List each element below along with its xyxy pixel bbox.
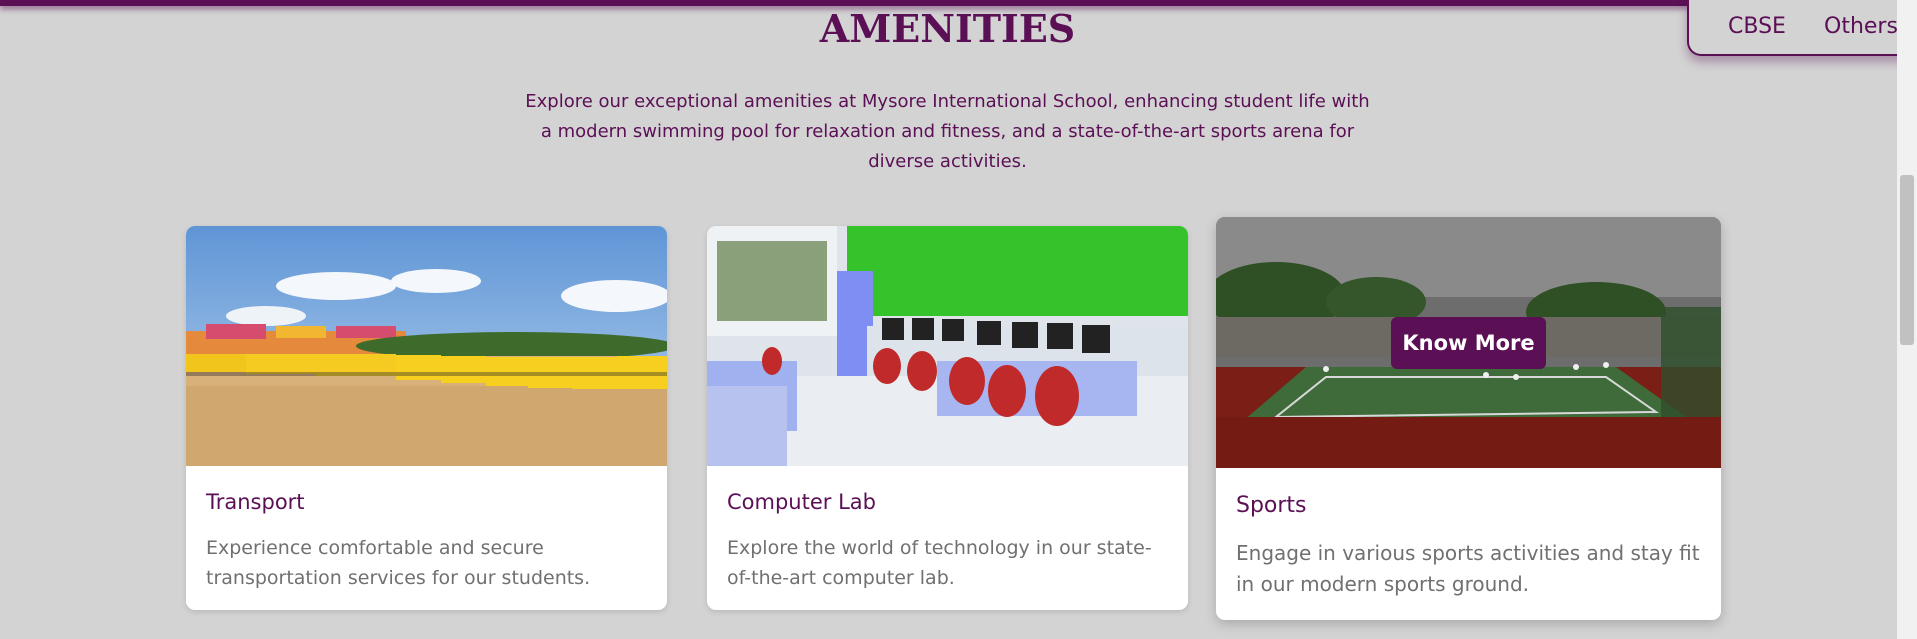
card-description: Experience comfortable and secure transp… — [206, 537, 591, 589]
amenity-card-computer-lab[interactable]: Computer Lab Explore the world of techno… — [707, 226, 1188, 610]
transport-image — [186, 226, 667, 466]
amenity-card-sports[interactable]: Know More Sports Engage in various sport… — [1216, 217, 1721, 620]
card-title: Transport — [206, 490, 305, 514]
amenity-card-transport[interactable]: Transport Experience comfortable and sec… — [186, 226, 667, 610]
card-title: Sports — [1236, 493, 1307, 518]
know-more-button[interactable]: Know More — [1391, 317, 1546, 369]
sports-image: Know More — [1216, 217, 1721, 468]
scrollbar-thumb[interactable] — [1900, 175, 1914, 345]
section-title: AMENITIES — [819, 6, 1076, 51]
computer-lab-image — [707, 226, 1188, 466]
card-description: Engage in various sports activities and … — [1236, 541, 1700, 596]
section-intro: Explore our exceptional amenities at Mys… — [525, 91, 1370, 172]
card-title: Computer Lab — [727, 490, 876, 514]
card-description: Explore the world of technology in our s… — [727, 537, 1152, 589]
